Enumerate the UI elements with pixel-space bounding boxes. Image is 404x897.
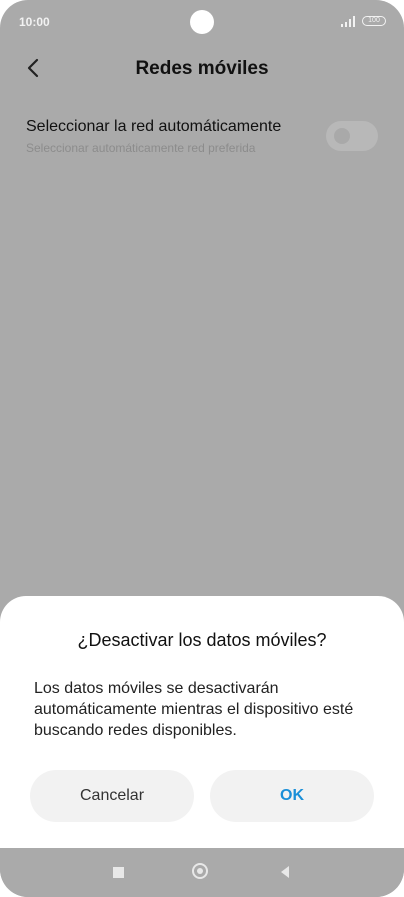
ok-button[interactable]: OK: [210, 770, 374, 822]
page-title: Redes móviles: [135, 58, 269, 79]
confirm-dialog: ¿Desactivar los datos móviles? Los datos…: [0, 596, 404, 848]
cancel-button[interactable]: Cancelar: [30, 770, 194, 822]
battery-icon: 100: [362, 16, 386, 26]
phone-screen: 10:00 100 Redes móviles Seleccionar la r…: [0, 0, 404, 897]
dialog-title: ¿Desactivar los datos móviles?: [77, 630, 327, 650]
toggle-knob: [334, 128, 350, 144]
back-triangle-icon[interactable]: [278, 865, 292, 879]
front-camera: [190, 10, 214, 34]
auto-network-toggle[interactable]: [326, 121, 378, 151]
home-icon[interactable]: [192, 863, 208, 879]
signal-icon: [341, 16, 355, 27]
status-bar: 10:00 100: [0, 0, 404, 44]
dialog-message: Los datos móviles se desactivarán automá…: [34, 680, 354, 739]
setting-subtitle: Seleccionar automáticamente red preferid…: [26, 141, 256, 155]
recents-icon[interactable]: [113, 867, 124, 878]
navigation-bar: [0, 848, 404, 897]
setting-title: Seleccionar la red automáticamente: [26, 118, 282, 135]
home-icon-dot: [197, 868, 203, 874]
status-time: 10:00: [19, 15, 50, 29]
